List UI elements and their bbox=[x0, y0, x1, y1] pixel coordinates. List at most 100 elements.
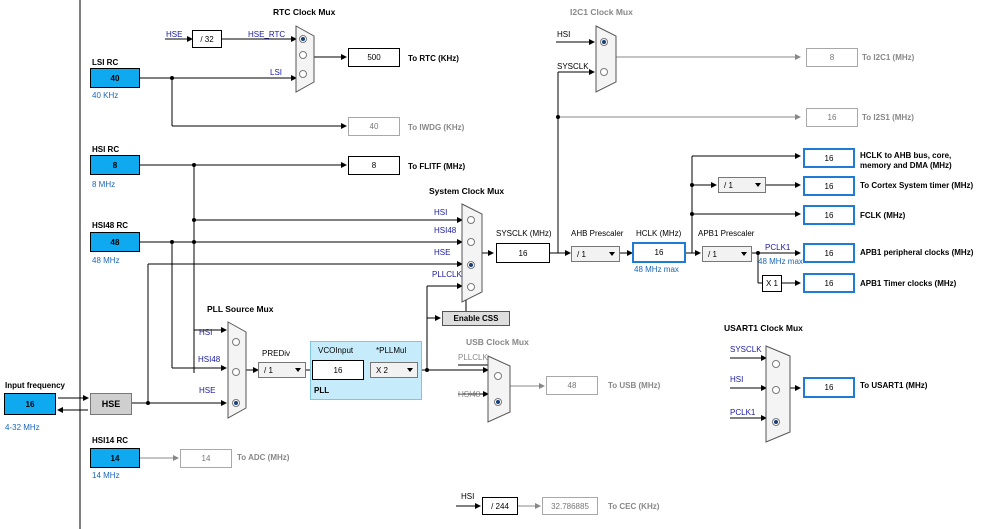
usart1-radio-hsi[interactable] bbox=[772, 386, 780, 394]
apb1-prescaler-value: / 1 bbox=[708, 249, 717, 259]
usb-pllclk-label: PLLCLK bbox=[458, 353, 488, 362]
iwdg-label: To IWDG (KHz) bbox=[408, 123, 465, 132]
hsi-rc-title: HSI RC bbox=[92, 145, 120, 154]
hsi14-rc-title: HSI14 RC bbox=[92, 436, 129, 445]
usb-radio-pllclk[interactable] bbox=[494, 372, 502, 380]
sysclk-label: SYSCLK (MHz) bbox=[496, 229, 552, 238]
sysmux-radio-hse[interactable] bbox=[467, 261, 475, 269]
usb-mux-title: USB Clock Mux bbox=[466, 337, 529, 347]
sysclk-value[interactable]: 16 bbox=[496, 243, 550, 263]
usart1-mux-title: USART1 Clock Mux bbox=[724, 323, 803, 333]
rtc-hse-divider: / 32 bbox=[192, 30, 222, 48]
apb1-prescaler-select[interactable]: / 1 bbox=[702, 246, 752, 262]
apb1-max: 48 MHz max bbox=[758, 257, 803, 266]
lsi-rc-title: LSI RC bbox=[92, 58, 119, 67]
usart1-label: To USART1 (MHz) bbox=[860, 381, 928, 390]
sysmux-radio-hsi48[interactable] bbox=[467, 238, 475, 246]
usart1-radio-pclk1[interactable] bbox=[772, 418, 780, 426]
sysmux-hsi48-label: HSI48 bbox=[434, 226, 457, 235]
i2c1-radio-hsi[interactable] bbox=[600, 38, 608, 46]
hsi48-rc-value[interactable]: 48 bbox=[90, 232, 140, 252]
usart1-sysclk-label: SYSCLK bbox=[730, 345, 762, 354]
hclk-value[interactable]: 16 bbox=[632, 242, 686, 263]
enable-css-button[interactable]: Enable CSS bbox=[442, 311, 510, 326]
flitf-label: To FLITF (MHz) bbox=[408, 162, 466, 171]
chevron-down-icon bbox=[295, 368, 301, 372]
hse-box[interactable]: HSE bbox=[90, 393, 132, 415]
usart1-pclk1-label: PCLK1 bbox=[730, 408, 756, 417]
vco-input-label: VCOInput bbox=[318, 346, 354, 355]
pllsrc-hse-label: HSE bbox=[199, 386, 216, 395]
input-frequency-label: Input frequency bbox=[5, 381, 66, 390]
iwdg-value: 40 bbox=[348, 117, 400, 136]
rtc-output-label: To RTC (KHz) bbox=[408, 54, 459, 63]
apb1-peripheral-value: 16 bbox=[803, 243, 855, 263]
i2c1-sysclk-label: SYSCLK bbox=[557, 62, 589, 71]
adc-label: To ADC (MHz) bbox=[237, 453, 290, 462]
apb1-timer-multiplier: X 1 bbox=[762, 275, 782, 292]
chevron-down-icon bbox=[741, 252, 747, 256]
cortex-divider-value: / 1 bbox=[724, 180, 733, 190]
hsi14-rc-freq: 14 MHz bbox=[92, 471, 120, 480]
usart1-radio-sysclk[interactable] bbox=[772, 360, 780, 368]
pllsrc-radio-hsi[interactable] bbox=[232, 338, 240, 346]
cec-value: 32.786885 bbox=[542, 497, 598, 515]
rtc-radio-hse[interactable] bbox=[299, 35, 307, 43]
pllsrc-radio-hsi48[interactable] bbox=[232, 368, 240, 376]
cec-divider: / 244 bbox=[482, 497, 518, 515]
clock-wires bbox=[57, 0, 801, 529]
input-frequency-range: 4-32 MHz bbox=[5, 423, 40, 432]
vco-input-value: 16 bbox=[312, 360, 364, 380]
usart1-value: 16 bbox=[803, 377, 855, 398]
rtc-lsi-label: LSI bbox=[270, 68, 283, 77]
hsi-rc-freq: 8 MHz bbox=[92, 180, 116, 189]
i2c1-radio-sysclk[interactable] bbox=[600, 68, 608, 76]
cec-label: To CEC (KHz) bbox=[608, 502, 660, 511]
sysmux-radio-pllclk[interactable] bbox=[467, 283, 475, 291]
rtc-output-value: 500 bbox=[348, 48, 400, 67]
cortex-divider-select[interactable]: / 1 bbox=[718, 177, 766, 193]
input-frequency-value[interactable]: 16 bbox=[4, 393, 56, 415]
hsi48-rc-title: HSI48 RC bbox=[92, 221, 129, 230]
usb-label: To USB (MHz) bbox=[608, 381, 661, 390]
pll-source-mux-title: PLL Source Mux bbox=[207, 304, 274, 314]
hclk-ahb-value: 16 bbox=[803, 148, 855, 168]
rtc-mux-title: RTC Clock Mux bbox=[273, 7, 336, 17]
fclk-value: 16 bbox=[803, 205, 855, 225]
sysmux-radio-hsi[interactable] bbox=[467, 216, 475, 224]
prediv-label: PREDiv bbox=[262, 349, 291, 358]
hsi-rc-value[interactable]: 8 bbox=[90, 155, 140, 175]
lsi-rc-freq: 40 KHz bbox=[92, 91, 119, 100]
system-mux-title: System Clock Mux bbox=[429, 186, 505, 196]
lsi-rc-value[interactable]: 40 bbox=[90, 68, 140, 88]
rtc-hse-rtc-label: HSE_RTC bbox=[248, 30, 286, 39]
usb-radio-hsi48[interactable] bbox=[494, 398, 502, 406]
sysmux-hsi-label: HSI bbox=[434, 208, 448, 217]
i2c1-label: To I2C1 (MHz) bbox=[862, 53, 915, 62]
apb1-timer-value: 16 bbox=[803, 273, 855, 293]
i2c1-hsi-label: HSI bbox=[557, 30, 571, 39]
fclk-label: FCLK (MHz) bbox=[860, 211, 906, 220]
sysmux-hse-label: HSE bbox=[434, 248, 451, 257]
ahb-prescaler-value: / 1 bbox=[577, 249, 586, 259]
hsi48-rc-freq: 48 MHz bbox=[92, 256, 120, 265]
pllsrc-radio-hse[interactable] bbox=[232, 399, 240, 407]
pllsrc-hsi48-label: HSI48 bbox=[198, 355, 221, 364]
ahb-prescaler-label: AHB Prescaler bbox=[571, 229, 624, 238]
pllmul-value: X 2 bbox=[376, 365, 389, 375]
pclk1-label: PCLK1 bbox=[765, 243, 791, 252]
rtc-radio-lse[interactable] bbox=[299, 51, 307, 59]
prediv-select[interactable]: / 1 bbox=[258, 362, 306, 378]
i2s1-value: 16 bbox=[806, 108, 858, 127]
usb-hsi48-label: HSI48 bbox=[458, 390, 481, 399]
pll-name: PLL bbox=[314, 386, 330, 395]
pllmul-label: *PLLMul bbox=[376, 346, 407, 355]
pllmul-select[interactable]: X 2 bbox=[370, 362, 418, 378]
flitf-value: 8 bbox=[348, 156, 400, 175]
i2c1-mux-shape bbox=[595, 25, 617, 93]
usart1-hsi-label: HSI bbox=[730, 375, 744, 384]
cec-hsi-label: HSI bbox=[461, 492, 475, 501]
hsi14-rc-value[interactable]: 14 bbox=[90, 448, 140, 468]
ahb-prescaler-select[interactable]: / 1 bbox=[571, 246, 620, 262]
rtc-radio-lsi[interactable] bbox=[299, 70, 307, 78]
